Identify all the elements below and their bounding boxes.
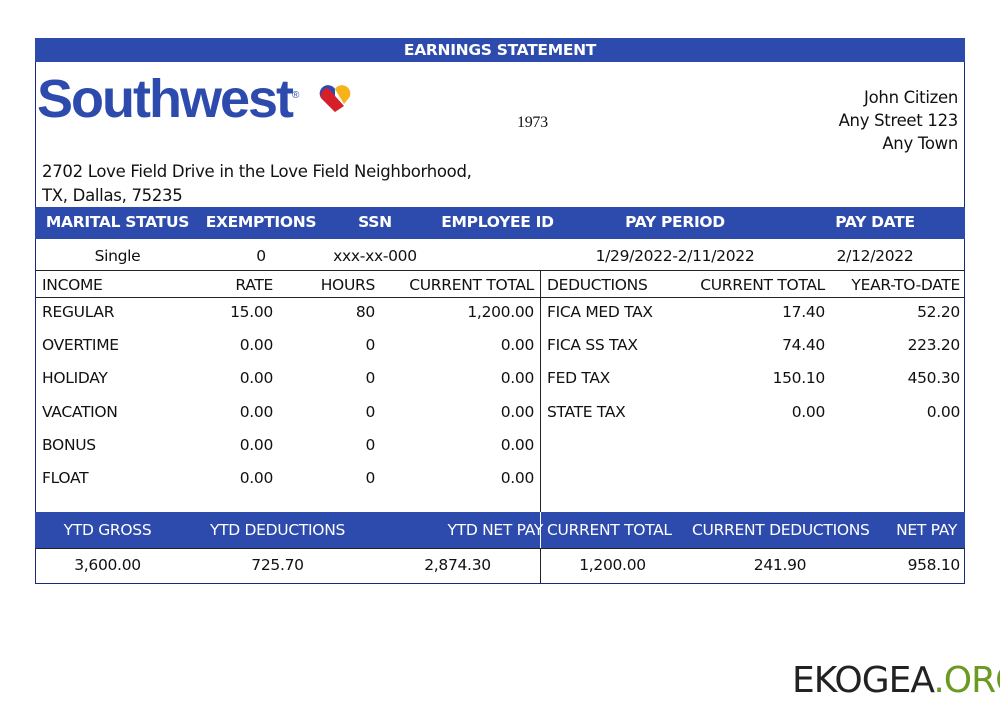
current-total-value: 1,200.00 [579, 556, 646, 574]
income-name: REGULAR [42, 303, 115, 321]
header-pay-period: PAY PERIOD [625, 213, 725, 231]
company-address-line2: TX, Dallas, 75235 [42, 186, 183, 205]
company-logo: Southwest® [37, 69, 300, 129]
exemptions-value: 0 [256, 247, 266, 265]
ytd-deductions-value: 725.70 [251, 556, 304, 574]
divider [540, 270, 541, 512]
ytd-net-pay-value: 2,874.30 [424, 556, 491, 574]
rate-header: RATE [235, 276, 273, 294]
income-name: OVERTIME [42, 336, 119, 355]
deduction-current: 17.40 [782, 303, 825, 321]
divider [35, 297, 965, 298]
deductions-header: DEDUCTIONS [547, 276, 648, 294]
ytd-net-pay-header: YTD NET PAY [447, 521, 543, 539]
hours-header: HOURS [320, 276, 376, 294]
income-total: 0.00 [500, 336, 535, 355]
deduction-current-header: CURRENT TOTAL [700, 276, 825, 294]
divider [35, 548, 965, 549]
income-hours: 0 [365, 402, 375, 421]
deduction-name: FED TAX [547, 369, 610, 388]
employee-name: John Citizen [864, 88, 958, 107]
current-deductions-header: CURRENT DEDUCTIONS [692, 521, 870, 539]
income-total-header: CURRENT TOTAL [409, 276, 534, 294]
marital-status-value: Single [94, 247, 141, 265]
income-name: HOLIDAY [42, 369, 108, 388]
employee-town: Any Town [882, 134, 958, 153]
income-header: INCOME [42, 276, 103, 294]
pay-date-value: 2/12/2022 [836, 247, 914, 265]
company-year: 1973 [517, 114, 548, 131]
income-name: VACATION [42, 402, 118, 421]
deduction-ytd: 52.20 [917, 303, 960, 321]
income-rate: 0.00 [239, 369, 274, 388]
income-hours: 80 [355, 303, 375, 321]
current-total-header: CURRENT TOTAL [547, 521, 672, 539]
ytd-gross-value: 3,600.00 [74, 556, 141, 574]
income-name: BONUS [42, 435, 96, 454]
deduction-current: 0.00 [791, 402, 826, 421]
statement-title: EARNINGS STATEMENT [403, 41, 597, 59]
deduction-ytd-header: YEAR-TO-DATE [851, 276, 960, 294]
income-rate: 0.00 [239, 469, 274, 487]
ssn-value: xxx-xx-000 [333, 247, 417, 265]
income-total: 0.00 [500, 469, 535, 487]
income-hours: 0 [365, 435, 375, 454]
pay-period-value: 1/29/2022-2/11/2022 [595, 247, 755, 265]
net-pay-header: NET PAY [896, 521, 957, 539]
income-hours: 0 [365, 369, 375, 388]
income-rate: 0.00 [239, 435, 274, 454]
income-total: 0.00 [500, 402, 535, 421]
deduction-ytd: 0.00 [926, 402, 961, 421]
deduction-current: 74.40 [782, 336, 825, 355]
header-exemptions: EXEMPTIONS [205, 213, 317, 231]
income-rate: 0.00 [239, 402, 274, 421]
income-total: 1,200.00 [467, 303, 534, 321]
deduction-name: STATE TAX [547, 402, 626, 421]
current-deductions-value: 241.90 [753, 556, 807, 574]
deduction-current: 150.10 [772, 369, 826, 388]
heart-logo-icon [319, 85, 351, 112]
divider [35, 270, 965, 271]
deduction-name: FICA MED TAX [547, 303, 653, 321]
ytd-gross-header: YTD GROSS [63, 521, 152, 539]
watermark: EKOGEA.ORG [792, 660, 1000, 701]
net-pay-value: 958.10 [907, 556, 961, 574]
employee-street: Any Street 123 [838, 111, 959, 130]
income-hours: 0 [365, 469, 375, 487]
income-name: FLOAT [42, 469, 89, 487]
company-address-line1: 2702 Love Field Drive in the Love Field … [42, 162, 472, 181]
deduction-ytd: 450.30 [907, 369, 961, 388]
ytd-deductions-header: YTD DEDUCTIONS [209, 521, 346, 539]
deduction-name: FICA SS TAX [547, 336, 638, 355]
income-rate: 15.00 [230, 303, 273, 321]
divider [540, 548, 541, 583]
income-total: 0.00 [500, 435, 535, 454]
income-rate: 0.00 [239, 336, 274, 355]
income-total: 0.00 [500, 369, 535, 388]
header-ssn: SSN [358, 213, 392, 231]
income-hours: 0 [365, 336, 375, 355]
header-marital-status: MARITAL STATUS [45, 213, 190, 231]
header-employee-id: EMPLOYEE ID [441, 213, 554, 231]
deduction-ytd: 223.20 [907, 336, 961, 355]
header-pay-date: PAY DATE [835, 213, 915, 231]
